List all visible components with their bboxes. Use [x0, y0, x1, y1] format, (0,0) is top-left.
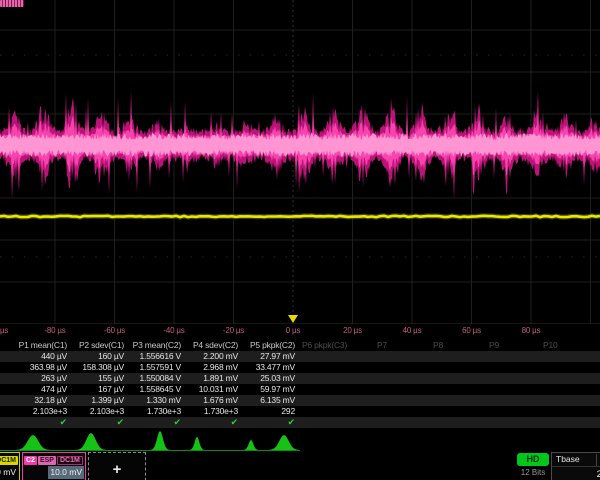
param-3-header[interactable]: P3 mean(C2)	[124, 340, 181, 351]
hd-mode-badge: HD	[517, 453, 549, 466]
param-column-2: P2 sdev(C1)160 µV158.308 µV155 µV167 µV1…	[67, 340, 124, 428]
param-5-max: 59.97 mV	[238, 384, 295, 395]
trigger-position-marker[interactable]	[285, 315, 301, 325]
param-column-inactive[interactable]: P7	[377, 340, 387, 351]
c2-volts-per-div: 10.0 mV	[48, 466, 84, 479]
param-5-sdev: 6.135 mV	[238, 395, 295, 406]
param-3-min: 1.550084 V	[124, 373, 181, 384]
c2-esp-badge: ESP	[38, 456, 56, 465]
param-2-max: 167 µV	[67, 384, 124, 395]
time-axis-label: -60 µs	[104, 326, 125, 335]
param-3-sdev: 1.330 mV	[124, 395, 181, 406]
timebase-separator	[596, 454, 597, 466]
c2-label-badge: C2	[24, 456, 37, 465]
param-5-mean: 33.477 mV	[238, 362, 295, 373]
param-3-status: ✔	[124, 417, 181, 428]
param-2-num: 2.103e+3	[67, 406, 124, 417]
param-3-num: 1.730e+3	[124, 406, 181, 417]
param-5-min: 25.03 mV	[238, 373, 295, 384]
param-4-mean: 2.968 mV	[181, 362, 238, 373]
param-column-5: P5 pkpk(C2)27.97 mV33.477 mV25.03 mV59.9…	[238, 340, 295, 428]
time-axis-label: -80 µs	[44, 326, 65, 335]
c2-coupling-badge: DC1M	[57, 456, 83, 465]
waveform-grid	[0, 0, 600, 324]
time-axis-label: 0 µs	[286, 326, 300, 335]
param-1-min: 263 µV	[10, 373, 67, 384]
param-4-header[interactable]: P4 sdev(C2)	[181, 340, 238, 351]
param-3-max: 1.558645 V	[124, 384, 181, 395]
time-axis-label: 80 µs	[522, 326, 541, 335]
time-axis-label: 20 µs	[343, 326, 362, 335]
timebase-title: Tbase	[552, 453, 600, 467]
channel-descriptor-c1[interactable]: DC1M 10.0 mV	[0, 452, 20, 480]
param-1-max: 474 µV	[10, 384, 67, 395]
param-column-inactive[interactable]: P8	[433, 340, 443, 351]
param-4-num: 1.730e+3	[181, 406, 238, 417]
timebase-descriptor[interactable]: Tbase 20.0 µs	[551, 452, 600, 480]
param-5-num: 292	[238, 406, 295, 417]
measure-table: P1 mean(C1)440 µV363.98 µV263 µV474 µV32…	[0, 340, 600, 428]
time-axis-label: -40 µs	[163, 326, 184, 335]
c1-coupling-badge: DC1M	[0, 456, 18, 465]
param-1-sdev: 32.18 µV	[10, 395, 67, 406]
histicon-peak	[242, 440, 260, 450]
truncated-overlay-fragment	[0, 0, 24, 7]
param-5-value: 27.97 mV	[238, 351, 295, 362]
param-2-min: 155 µV	[67, 373, 124, 384]
param-1-num: 2.103e+3	[10, 406, 67, 417]
time-axis-label: -20 µs	[223, 326, 244, 335]
channel-descriptor-c2[interactable]: C2 ESP DC1M 10.0 mV	[22, 452, 86, 480]
param-1-value: 440 µV	[10, 351, 67, 362]
histicon-peak	[73, 433, 108, 450]
param-column-inactive[interactable]: P10	[543, 340, 558, 351]
param-4-status: ✔	[181, 417, 238, 428]
param-4-value: 2.200 mV	[181, 351, 238, 362]
param-column-3: P3 mean(C2)1.556616 V1.557591 V1.550084 …	[124, 340, 181, 428]
param-1-mean: 363.98 µV	[10, 362, 67, 373]
oscilloscope-screen: -100 µs -80 µs -60 µs -40 µs -20 µs 0 µs 20 µs…	[0, 0, 600, 480]
param-3-value: 1.556616 V	[124, 351, 181, 362]
param-4-sdev: 1.676 mV	[181, 395, 238, 406]
histicon-peak	[188, 437, 206, 450]
param-column-inactive[interactable]: P6 pkpk(C3)	[302, 340, 347, 351]
param-4-max: 10.031 mV	[181, 384, 238, 395]
param-2-header[interactable]: P2 sdev(C1)	[67, 340, 124, 351]
param-2-mean: 158.308 µV	[67, 362, 124, 373]
histicon-peak	[266, 435, 300, 450]
param-column-1: P1 mean(C1)440 µV363.98 µV263 µV474 µV32…	[10, 340, 67, 428]
param-2-value: 160 µV	[67, 351, 124, 362]
resolution-label: 12 Bits	[517, 468, 549, 477]
param-3-mean: 1.557591 V	[124, 362, 181, 373]
c1-flat-trace[interactable]	[0, 216, 600, 217]
param-column-4: P4 sdev(C2)2.200 mV2.968 mV1.891 mV10.03…	[181, 340, 238, 428]
param-5-header[interactable]: P5 pkpk(C2)	[238, 340, 295, 351]
time-axis-label: 40 µs	[403, 326, 422, 335]
param-2-status: ✔	[67, 417, 124, 428]
param-4-min: 1.891 mV	[181, 373, 238, 384]
time-axis-label: 60 µs	[462, 326, 481, 335]
histicon-peak	[13, 435, 53, 450]
time-axis-label: -100 µs	[0, 326, 8, 335]
add-trace-button[interactable]: +	[88, 452, 146, 480]
param-2-sdev: 1.399 µV	[67, 395, 124, 406]
c1-volts-per-div: 10.0 mV	[0, 466, 19, 479]
param-5-status: ✔	[238, 417, 295, 428]
param-column-inactive[interactable]: P9	[489, 340, 499, 351]
parameter-histicons	[0, 430, 300, 452]
param-1-header[interactable]: P1 mean(C1)	[10, 340, 67, 351]
histicon-peak	[149, 431, 171, 450]
time-axis: -100 µs -80 µs -60 µs -40 µs -20 µs 0 µs 20 µs…	[0, 324, 600, 339]
param-1-status: ✔	[10, 417, 67, 428]
plus-icon: +	[113, 461, 122, 478]
timebase-value: 20.0 µs	[552, 467, 600, 480]
